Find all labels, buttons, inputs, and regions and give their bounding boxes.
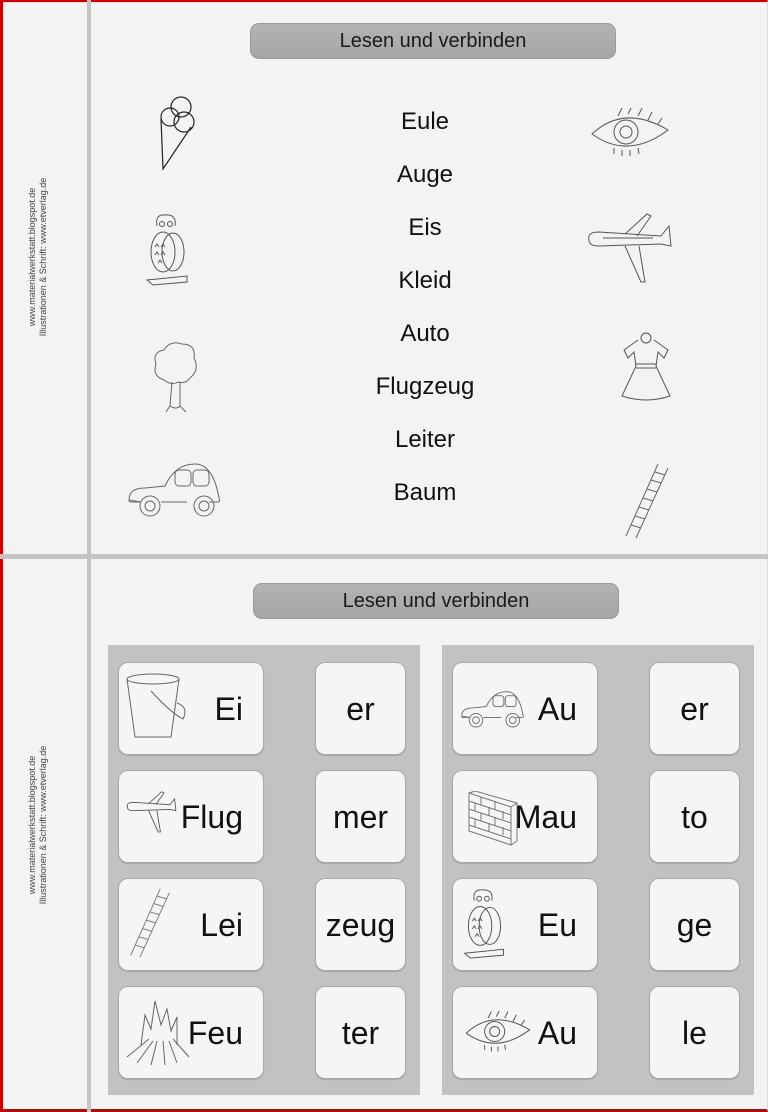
syllable-text: Ei (214, 691, 243, 727)
syllable-card[interactable]: Au (452, 986, 598, 1079)
tree-icon (150, 340, 202, 415)
credits-line-1: www.materialwerkstatt.blogspot.de (27, 187, 37, 327)
dress-icon (618, 332, 674, 404)
syllable-text: Flug (180, 799, 243, 835)
syllable-card[interactable]: Feu (118, 986, 264, 1079)
syllable-text: Au (537, 691, 577, 727)
syllable-card[interactable]: Au (452, 662, 598, 755)
ending-text: le (682, 1015, 707, 1051)
word-item: Baum (393, 479, 457, 506)
campfire-icon (125, 995, 193, 1072)
credits-line-1: www.materialwerkstatt.blogspot.de (27, 755, 37, 895)
section-2-title: Lesen und verbinden (253, 583, 619, 619)
ladder-icon (622, 462, 674, 540)
ending-text: mer (332, 799, 389, 835)
car-icon (125, 458, 225, 524)
credits-line-2: Illustrationen & Schrift: www.etverlag.d… (38, 177, 48, 337)
syllable-card[interactable]: Eu (452, 878, 598, 971)
ending-card[interactable]: ge (649, 878, 740, 971)
ending-text: ter (341, 1015, 380, 1051)
syllable-card[interactable]: Lei (118, 878, 264, 971)
ending-card[interactable]: er (649, 662, 740, 755)
word-item: Auge (396, 161, 454, 188)
bucket-icon (125, 671, 189, 748)
ending-text: er (680, 691, 709, 727)
syllable-text: Eu (537, 907, 577, 943)
owl-icon (459, 887, 509, 966)
credits-top: www.materialwerkstatt.blogspot.de Illust… (27, 132, 61, 382)
left-card-panel: Ei Flug Lei Feu er mer zeug ter (108, 645, 420, 1095)
owl-icon (143, 212, 191, 288)
syllable-text: Feu (187, 1015, 243, 1051)
word-item: Eule (400, 108, 450, 135)
ending-card[interactable]: mer (315, 770, 406, 863)
eye-icon (463, 1009, 533, 1062)
syllable-text: Lei (200, 907, 243, 943)
word-item: Flugzeug (375, 373, 475, 400)
section-divider (0, 554, 768, 559)
ending-card[interactable]: ter (315, 986, 406, 1079)
section-1-title: Lesen und verbinden (250, 23, 616, 59)
airplane-icon (585, 212, 673, 288)
ending-card[interactable]: to (649, 770, 740, 863)
right-card-panel: Au Mau Eu Au er to ge le (442, 645, 754, 1095)
word-item: Eis (408, 214, 442, 241)
ending-card[interactable]: er (315, 662, 406, 755)
airplane-icon (125, 789, 177, 842)
ending-text: ge (676, 907, 713, 943)
syllable-text: Mau (514, 799, 577, 835)
ending-text: to (681, 799, 708, 835)
car-icon (459, 687, 527, 738)
ending-card[interactable]: le (649, 986, 740, 1079)
syllable-card[interactable]: Ei (118, 662, 264, 755)
word-item: Auto (400, 320, 450, 347)
credits-bottom: www.materialwerkstatt.blogspot.de Illust… (27, 700, 61, 950)
ending-text: er (346, 691, 375, 727)
eye-icon (588, 108, 672, 162)
ending-text: zeug (325, 907, 396, 943)
ladder-icon (125, 887, 177, 964)
brick-wall-icon (467, 790, 519, 852)
syllable-text: Au (537, 1015, 577, 1051)
ice-cream-icon (155, 95, 200, 171)
syllable-card[interactable]: Mau (452, 770, 598, 863)
ending-card[interactable]: zeug (315, 878, 406, 971)
credits-line-2: Illustrationen & Schrift: www.etverlag.d… (38, 745, 48, 905)
word-item: Leiter (394, 426, 456, 453)
word-item: Kleid (398, 267, 452, 294)
syllable-card[interactable]: Flug (118, 770, 264, 863)
